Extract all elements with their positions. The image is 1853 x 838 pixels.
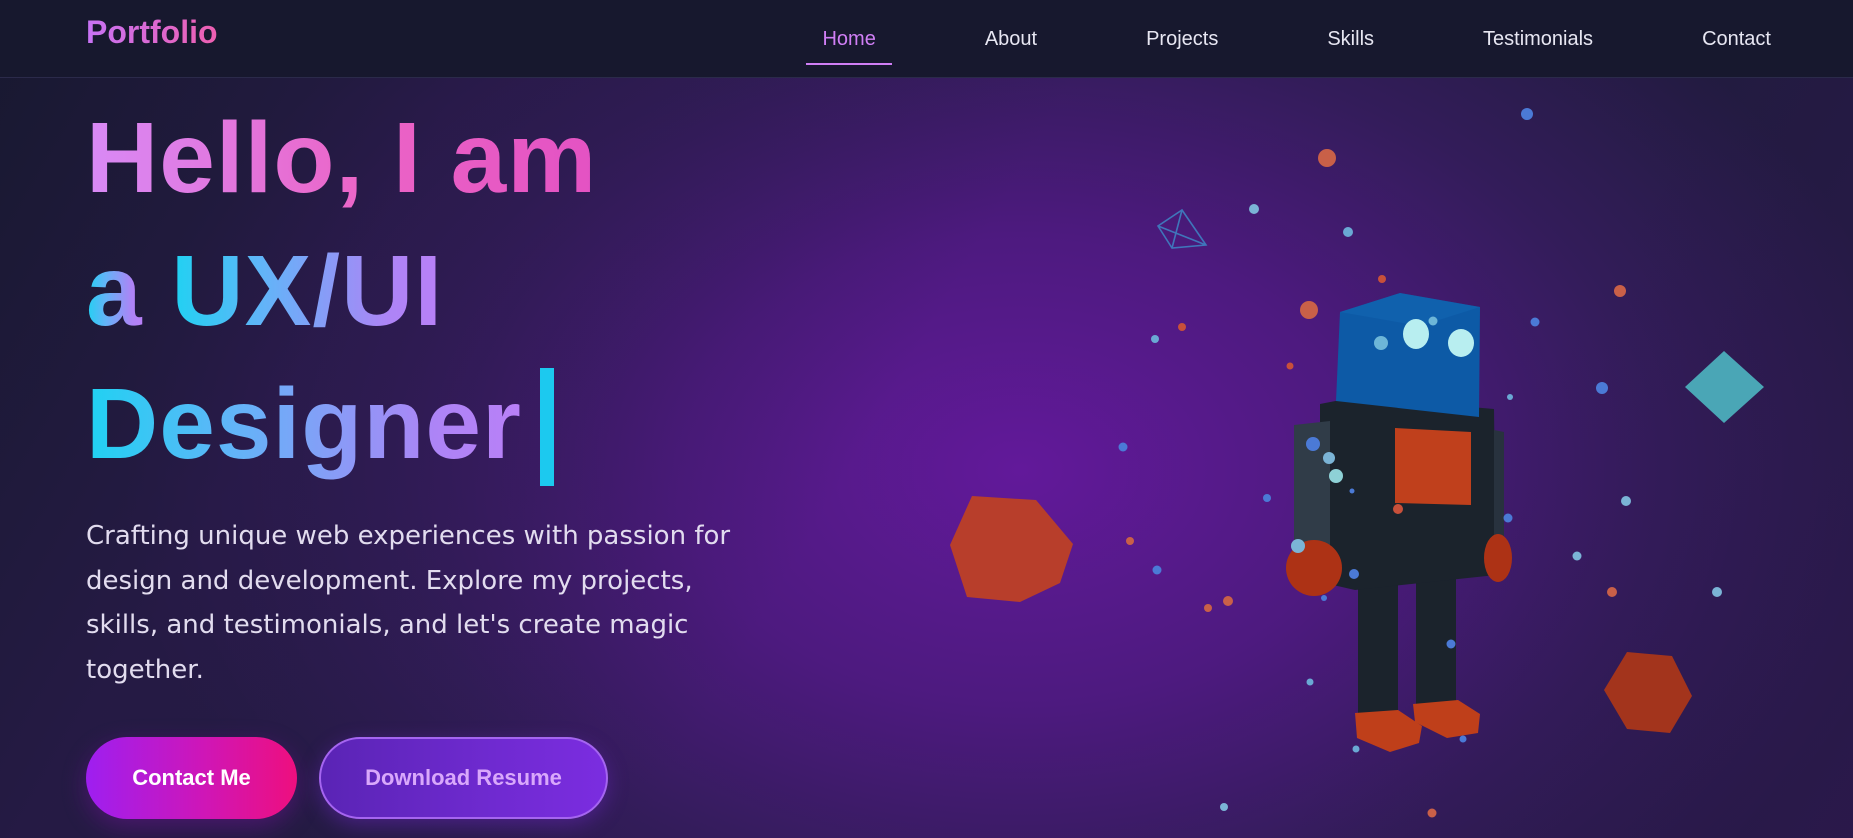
pyramid-wireframe-icon [1156, 208, 1208, 249]
hero-role-part-1: UX/UI [171, 235, 444, 347]
main-nav: Home About Projects Skills Testimonials … [806, 0, 1787, 78]
nav-link-about[interactable]: About [969, 22, 1053, 57]
hero-description: Crafting unique web experiences with pas… [86, 521, 731, 685]
hexagon-icon [950, 496, 1073, 602]
hero-role-line-1: a UX/UI [86, 225, 597, 358]
hero-article: a [86, 235, 143, 347]
site-header: Portfolio Home About Projects Skills Tes… [0, 0, 1853, 78]
robot-icon [1286, 293, 1512, 752]
nav-link-projects[interactable]: Projects [1130, 22, 1234, 57]
hero-role-line-2: Designer [86, 358, 597, 491]
hero-title: Hello, I am a UX/UI Designer [86, 92, 597, 491]
hexagon-icon [1604, 652, 1692, 733]
download-resume-button[interactable]: Download Resume [319, 737, 608, 819]
diamond-icon [1685, 351, 1764, 423]
nav-link-home[interactable]: Home [806, 22, 893, 65]
nav-link-testimonials[interactable]: Testimonials [1467, 22, 1609, 57]
contact-me-button[interactable]: Contact Me [86, 737, 297, 819]
hero-role-part-2: Designer [86, 368, 522, 480]
hero-greeting: Hello, I am [86, 92, 597, 225]
typing-cursor [539, 368, 554, 486]
logo[interactable]: Portfolio [86, 14, 218, 51]
nav-link-contact[interactable]: Contact [1686, 22, 1787, 57]
nav-link-skills[interactable]: Skills [1311, 22, 1390, 57]
